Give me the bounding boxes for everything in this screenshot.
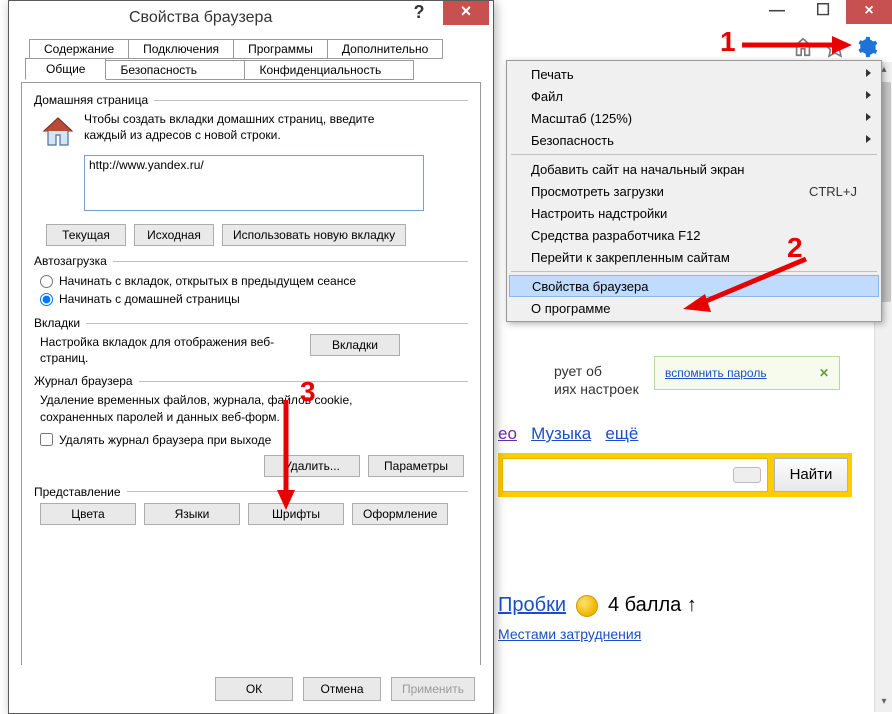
annotation-arrow-1: [742, 34, 852, 56]
group-label-startup: Автозагрузка: [34, 254, 113, 268]
use-new-tab-button[interactable]: Использовать новую вкладку: [222, 224, 406, 246]
tab-Конфиденциальность[interactable]: Конфиденциальность: [244, 60, 414, 80]
homepage-description: Чтобы создать вкладки домашних страниц, …: [84, 111, 414, 143]
window-minimize-button[interactable]: —: [754, 0, 800, 24]
menu-item[interactable]: Масштаб (125%): [509, 107, 879, 129]
annotation-3: 3: [300, 376, 316, 408]
page-text: иях настроек: [554, 381, 639, 397]
remember-password-link[interactable]: вспомнить пароль: [665, 366, 767, 380]
traffic-score: 4 балла ↑: [608, 594, 697, 617]
tab-Содержание[interactable]: Содержание: [29, 39, 129, 59]
virtual-keyboard-icon[interactable]: [733, 467, 761, 483]
group-label-appearance: Представление: [34, 485, 127, 499]
use-current-button[interactable]: Текущая: [46, 224, 126, 246]
checkbox-delete-on-exit[interactable]: Удалять журнал браузера при выходе: [40, 431, 468, 449]
menu-item-label: Масштаб (125%): [531, 111, 857, 126]
menu-item[interactable]: Настроить надстройки: [509, 202, 879, 224]
tab-Программы[interactable]: Программы: [233, 39, 328, 59]
dialog-footer: ОК Отмена Применить: [9, 665, 493, 713]
submenu-arrow-icon: [866, 113, 871, 121]
menu-item-label: Безопасность: [531, 133, 857, 148]
menu-item-label: Печать: [531, 67, 857, 82]
group-label-tabs: Вкладки: [34, 316, 86, 330]
apply-button[interactable]: Применить: [391, 677, 475, 701]
menu-item-label: Просмотреть загрузки: [531, 184, 809, 199]
tab-Подключения[interactable]: Подключения: [128, 39, 234, 59]
menu-item[interactable]: Добавить сайт на начальный экран: [509, 158, 879, 180]
tab-Дополнительно[interactable]: Дополнительно: [327, 39, 443, 59]
traffic-link[interactable]: Пробки: [498, 594, 566, 617]
dialog-tabs: СодержаниеПодключенияПрограммыДополнител…: [21, 39, 481, 83]
submenu-arrow-icon: [866, 135, 871, 143]
traffic-widget: Пробки 4 балла ↑: [498, 594, 697, 617]
dialog-help-button[interactable]: ?: [399, 1, 439, 25]
internet-options-dialog: Свойства браузера ? × СодержаниеПодключе…: [8, 0, 494, 714]
tab-panel-general: Домашняя страница Чтобы создать вкладки …: [21, 82, 481, 665]
history-settings-button[interactable]: Параметры: [368, 455, 464, 477]
menu-item-label: Средства разработчика F12: [531, 228, 857, 243]
menu-separator: [511, 154, 877, 155]
menu-item[interactable]: Просмотреть загрузкиCTRL+J: [509, 180, 879, 202]
menu-item[interactable]: Средства разработчика F12: [509, 224, 879, 246]
house-icon: [40, 113, 76, 149]
dialog-title: Свойства браузера: [129, 9, 272, 27]
window-close-button[interactable]: ×: [846, 0, 892, 24]
group-label-homepage: Домашняя страница: [34, 93, 154, 107]
dialog-titlebar: Свойства браузера ? ×: [9, 1, 493, 35]
submenu-arrow-icon: [866, 69, 871, 77]
submenu-arrow-icon: [866, 91, 871, 99]
colors-button[interactable]: Цвета: [40, 503, 136, 525]
nav-link-music[interactable]: Музыка: [531, 424, 591, 443]
tabs-description: Настройка вкладок для отображения веб-ст…: [40, 334, 290, 366]
nav-link-video[interactable]: ео: [498, 424, 517, 443]
annotation-2: 2: [787, 232, 803, 264]
languages-button[interactable]: Языки: [144, 503, 240, 525]
ok-button[interactable]: ОК: [215, 677, 293, 701]
search-button[interactable]: Найти: [774, 458, 848, 492]
search-input[interactable]: [502, 458, 768, 492]
close-banner-icon[interactable]: ✕: [819, 366, 829, 380]
menu-item[interactable]: Файл: [509, 85, 879, 107]
traffic-light-icon: [576, 595, 598, 617]
tab-Безопасность[interactable]: Безопасность: [105, 60, 245, 80]
annotation-1: 1: [720, 26, 736, 58]
accessibility-button[interactable]: Оформление: [352, 503, 448, 525]
menu-item[interactable]: Безопасность: [509, 129, 879, 151]
menu-item-shortcut: CTRL+J: [809, 184, 857, 199]
radio-start-homepage[interactable]: Начинать с домашней страницы: [40, 290, 468, 308]
use-default-button[interactable]: Исходная: [134, 224, 214, 246]
menu-item-label: Настроить надстройки: [531, 206, 857, 221]
annotation-arrow-3: [274, 400, 298, 510]
page-nav: ео Музыка ещё: [498, 424, 638, 444]
radio-start-last-session[interactable]: Начинать с вкладок, открытых в предыдуще…: [40, 272, 468, 290]
window-maximize-button[interactable]: ☐: [800, 0, 846, 24]
menu-item[interactable]: Печать: [509, 63, 879, 85]
cancel-button[interactable]: Отмена: [303, 677, 381, 701]
scroll-down-arrow-icon[interactable]: ▾: [875, 694, 892, 712]
menu-item-label: Файл: [531, 89, 857, 104]
homepage-url-input[interactable]: [84, 155, 424, 211]
history-description: Удаление временных файлов, журнала, файл…: [40, 392, 420, 424]
tab-Общие[interactable]: Общие: [25, 58, 106, 80]
page-text: рует об: [554, 363, 602, 379]
search-bar: Найти: [498, 453, 852, 497]
group-label-history: Журнал браузера: [34, 374, 139, 388]
tabs-settings-button[interactable]: Вкладки: [310, 334, 400, 356]
settings-gear-icon[interactable]: [856, 36, 878, 58]
remember-password-banner[interactable]: вспомнить пароль ✕: [654, 356, 840, 390]
menu-item-label: Добавить сайт на начальный экран: [531, 162, 857, 177]
nav-link-more[interactable]: ещё: [605, 424, 638, 443]
traffic-detail-link[interactable]: Местами затруднения: [498, 626, 641, 642]
dialog-close-button[interactable]: ×: [443, 1, 489, 25]
